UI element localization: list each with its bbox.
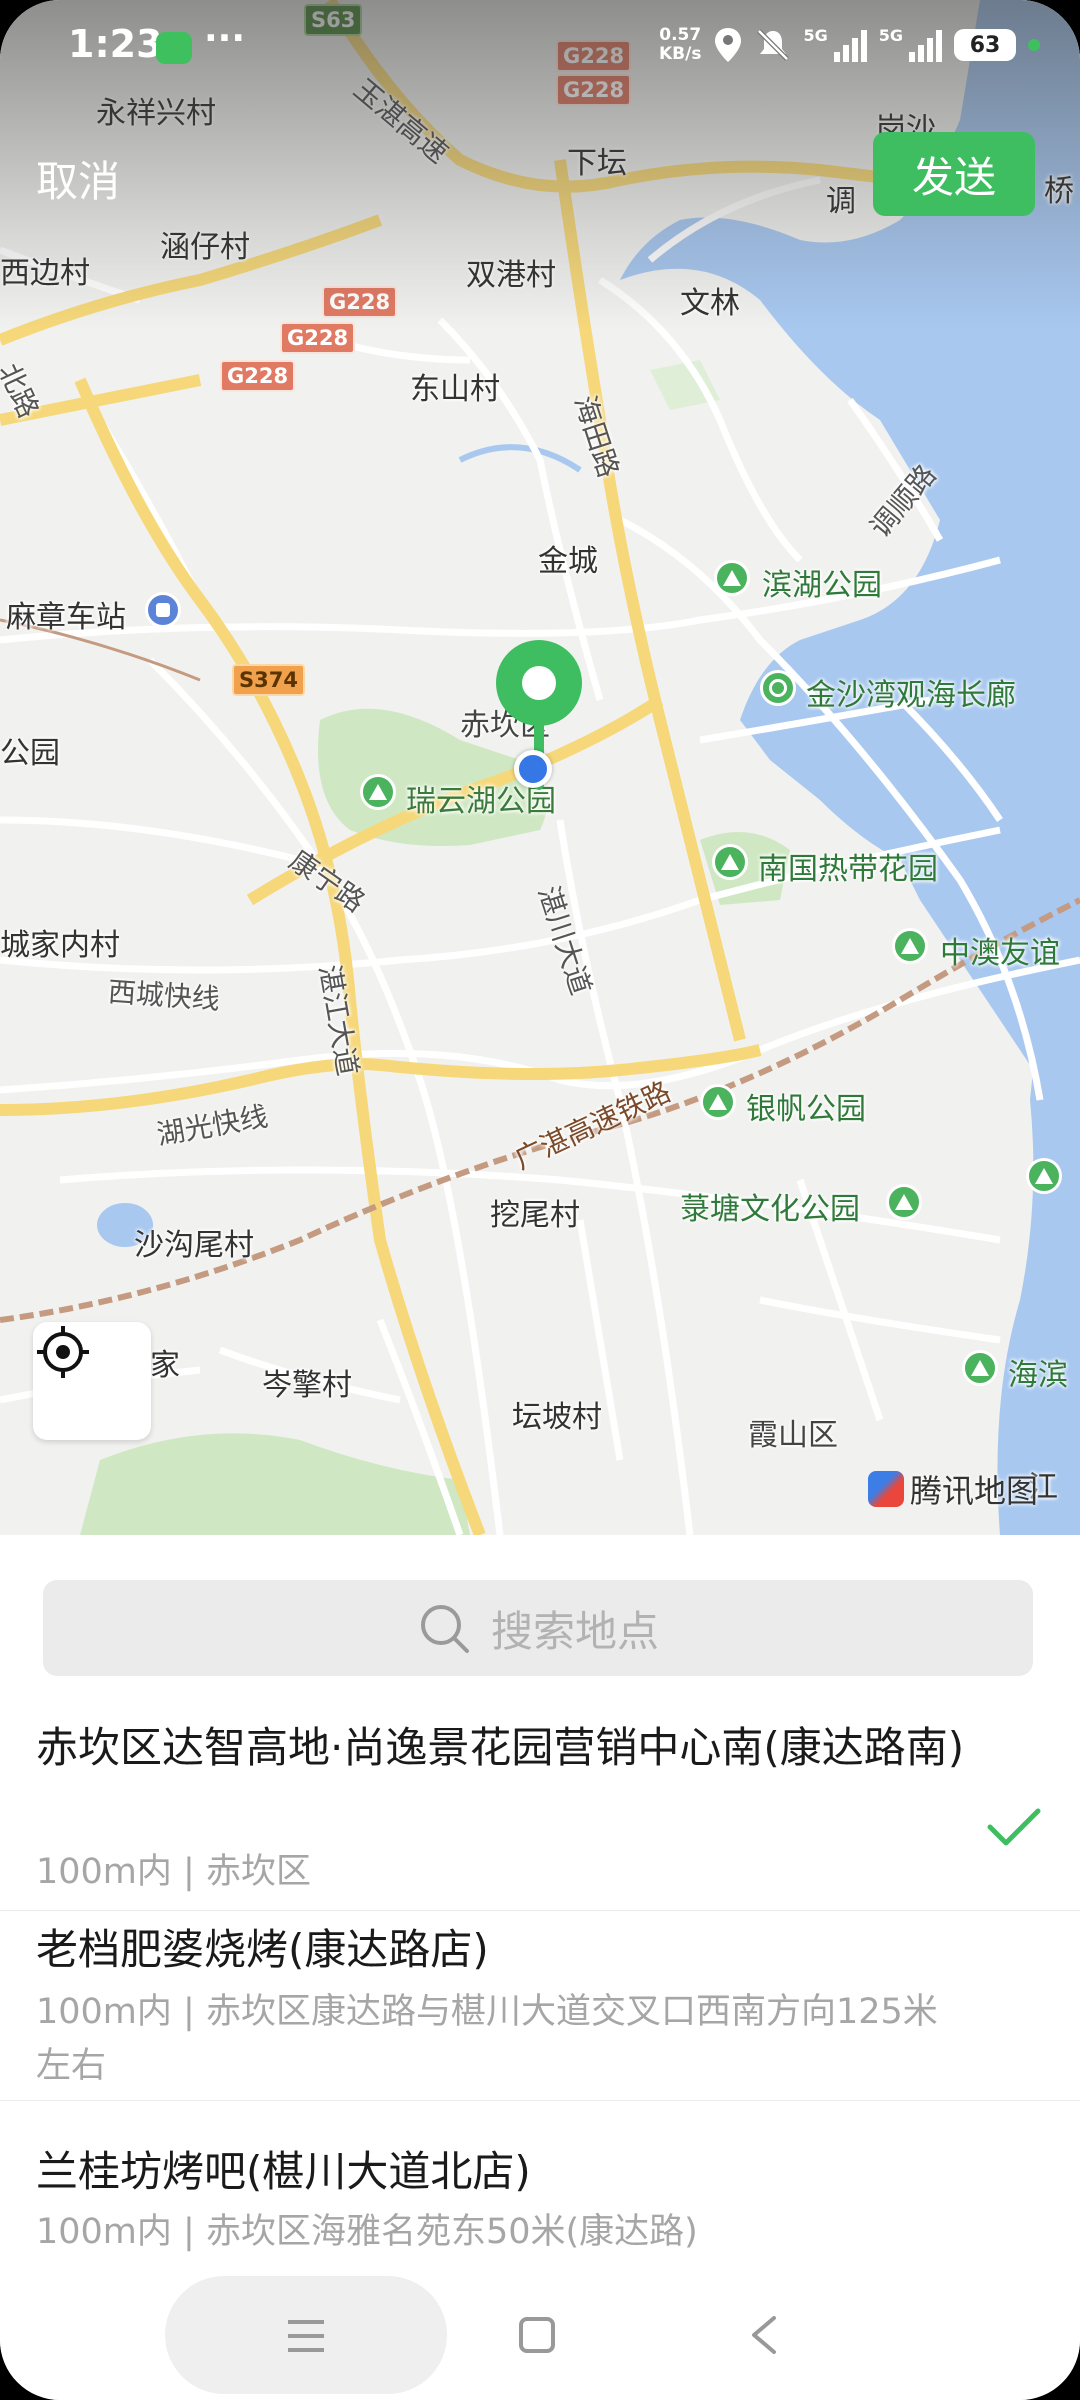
back-icon[interactable]	[748, 2314, 778, 2356]
park-icon	[712, 844, 748, 880]
network-type-2: 5G	[878, 26, 903, 45]
road-shield: G228	[220, 360, 296, 392]
status-icons: 0.57 KB/s 5G 5G 63	[659, 26, 1040, 64]
tencent-map-logo: 腾讯地图	[868, 1466, 1038, 1512]
park-icon	[700, 1084, 736, 1120]
result-title: 老档肥婆烧烤(康达路店)	[36, 1925, 489, 1974]
map-label: 东山村	[410, 372, 500, 407]
poi-label: 银帆公园	[746, 1092, 866, 1127]
map-label: 双港村	[466, 258, 556, 293]
locate-button[interactable]	[33, 1322, 151, 1440]
search-input[interactable]: 搜索地点	[43, 1580, 1033, 1676]
district-label: 霞山区	[748, 1418, 838, 1453]
screen: 永祥兴村 下坛 岗沙 调 桥 涵仔村 双港村 文林 西边村 东山村 海田路 调顺…	[0, 0, 1080, 2400]
signal-icon	[833, 28, 867, 62]
cancel-button[interactable]: 取消	[36, 148, 120, 209]
map-label: 桥	[1044, 174, 1074, 209]
map-label: 调	[826, 184, 856, 219]
status-bar: 1:23 ··· 0.57 KB/s 5G 5G 63	[0, 0, 1080, 100]
location-icon	[715, 28, 742, 62]
map-label: 岑擎村	[262, 1368, 352, 1403]
bus-station-icon	[145, 592, 181, 628]
net-speed-value: 0.57	[659, 25, 702, 45]
poi-label: 南国热带花园	[758, 852, 938, 887]
more-notifications-icon: ···	[204, 18, 246, 59]
send-button[interactable]: 发送	[873, 132, 1035, 216]
locate-icon	[37, 1326, 89, 1378]
network-speed: 0.57 KB/s	[659, 26, 701, 64]
road-shield: S374	[232, 664, 305, 696]
park-icon	[714, 560, 750, 596]
park-icon	[1026, 1158, 1062, 1194]
battery-icon: 63	[954, 29, 1016, 61]
park-icon	[962, 1350, 998, 1386]
poi-label: 滨湖公园	[762, 568, 882, 603]
signal-icon	[909, 28, 942, 62]
result-subtitle: 100m内 | 赤坎区康达路与椹川大道交叉口西南方向125米左右	[36, 1992, 938, 2086]
park-icon	[892, 928, 928, 964]
poi-label: 金沙湾观海长廊	[806, 678, 1016, 713]
check-icon	[987, 1808, 1041, 1846]
poi-label: 菉塘文化公园	[680, 1192, 860, 1227]
map-label: 金城	[538, 544, 598, 579]
park-icon	[886, 1184, 922, 1220]
scenic-icon	[760, 670, 796, 706]
location-result-item[interactable]: 老档肥婆烧烤(康达路店) 100m内 | 赤坎区康达路与椹川大道交叉口西南方向1…	[0, 1911, 1080, 2101]
map-label: 涵仔村	[160, 230, 250, 265]
map-label: 麻章车站	[6, 600, 126, 635]
result-subtitle: 100m内 | 赤坎区	[36, 1852, 311, 1892]
map-label: 沙沟尾村	[134, 1228, 254, 1263]
map-label: 家	[150, 1348, 180, 1383]
map-label: 坛坡村	[512, 1400, 602, 1435]
network-type-1: 5G	[803, 26, 828, 45]
tencent-logo-text: 腾讯地图	[910, 1472, 1039, 1510]
privacy-indicator	[1028, 39, 1040, 51]
map-label: 城家内村	[0, 928, 120, 963]
result-title: 赤坎区达智高地·尚逸景花园营销中心南(康达路南)	[36, 1723, 965, 1772]
map-label: 西边村	[0, 256, 90, 291]
search-icon	[420, 1605, 469, 1653]
map-label: 下坛	[567, 146, 627, 181]
status-time: 1:23	[68, 22, 163, 66]
road-shield: G228	[322, 286, 398, 318]
mute-icon	[757, 29, 790, 61]
poi-label: 海滨	[1008, 1358, 1068, 1393]
location-result-item[interactable]: 赤坎区达智高地·尚逸景花园营销中心南(康达路南) 100m内 | 赤坎区	[0, 1705, 1080, 1911]
map-label: 挖尾村	[490, 1198, 580, 1233]
search-placeholder: 搜索地点	[490, 1606, 659, 1656]
park-icon	[360, 774, 396, 810]
menu-icon[interactable]	[286, 2318, 326, 2354]
tencent-logo-icon	[868, 1471, 904, 1507]
road-label: 西城快线	[106, 975, 221, 1016]
home-icon[interactable]	[518, 2316, 556, 2354]
map-view[interactable]: 永祥兴村 下坛 岗沙 调 桥 涵仔村 双港村 文林 西边村 东山村 海田路 调顺…	[0, 0, 1080, 1535]
net-speed-unit: KB/s	[659, 44, 702, 64]
result-subtitle: 100m内 | 赤坎区海雅名苑东50米(康达路)	[36, 2212, 698, 2252]
map-label: 文林	[680, 286, 740, 321]
map-label: 公园	[0, 736, 60, 771]
wechat-icon	[156, 32, 192, 64]
road-shield: G228	[280, 322, 356, 354]
current-location-dot	[514, 750, 552, 788]
navigation-bar	[0, 2270, 1080, 2400]
pin-head	[496, 640, 582, 726]
result-title: 兰桂坊烤吧(椹川大道北店)	[36, 2147, 531, 2196]
poi-label: 中澳友谊	[940, 936, 1060, 971]
